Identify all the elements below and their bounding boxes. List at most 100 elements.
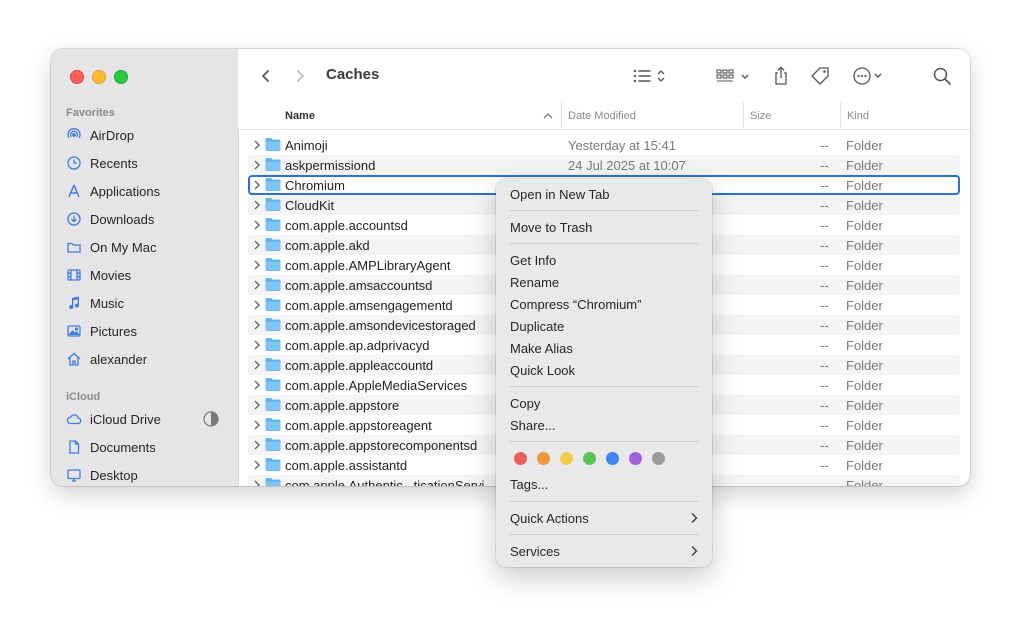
file-kind: Folder	[846, 477, 883, 487]
menu-item-share[interactable]: Share...	[510, 415, 698, 435]
tag-blue-button[interactable]	[606, 452, 619, 465]
sidebar-item-downloads[interactable]: Downloads	[65, 208, 225, 230]
menu-item-tags[interactable]: Tags...	[510, 474, 698, 494]
chevron-left-icon	[262, 70, 269, 82]
disclosure-chevron-icon[interactable]	[252, 159, 262, 171]
sidebar: Favorites AirDrop Recents Applications D…	[51, 49, 239, 486]
file-name: com.apple.ap.adprivacyd	[285, 337, 430, 353]
tag-purple-button[interactable]	[629, 452, 642, 465]
disclosure-chevron-icon[interactable]	[252, 259, 262, 271]
sidebar-item-home[interactable]: alexander	[65, 348, 225, 370]
sidebar-item-recents[interactable]: Recents	[65, 152, 225, 174]
search-icon	[933, 67, 951, 85]
folder-icon	[265, 238, 281, 251]
sidebar-item-airdrop[interactable]: AirDrop	[65, 124, 225, 146]
search-button[interactable]	[932, 64, 952, 88]
minimize-button[interactable]	[92, 70, 106, 84]
file-kind: Folder	[846, 377, 883, 393]
file-name: com.apple.appleaccountd	[285, 357, 434, 373]
table-row[interactable]: askpermissiond 24 Jul 2025 at 10:07 -- Fold…	[248, 155, 960, 175]
tag-gray-button[interactable]	[652, 452, 665, 465]
disclosure-chevron-icon[interactable]	[252, 199, 262, 211]
file-size: --	[820, 477, 829, 487]
sidebar-item-pictures[interactable]: Pictures	[65, 320, 225, 342]
menu-item-move-to-trash[interactable]: Move to Trash	[510, 217, 698, 237]
sidebar-item-label: On My Mac	[90, 239, 157, 255]
menu-item-copy[interactable]: Copy	[510, 393, 698, 413]
menu-item-get-info[interactable]: Get Info	[510, 250, 698, 270]
file-kind: Folder	[846, 137, 883, 153]
folder-icon	[265, 138, 281, 151]
view-mode-button[interactable]	[633, 64, 669, 88]
file-name: com.apple.accountsd	[285, 217, 408, 233]
disclosure-chevron-icon[interactable]	[252, 219, 262, 231]
disclosure-chevron-icon[interactable]	[252, 379, 262, 391]
column-kind-header[interactable]: Kind	[840, 102, 967, 129]
disclosure-chevron-icon[interactable]	[252, 399, 262, 411]
column-name-header[interactable]: Name	[285, 102, 315, 129]
tag-button[interactable]	[810, 64, 832, 88]
file-name: com.apple.Authentic...ticationServi	[285, 477, 485, 487]
menu-item-services[interactable]: Services	[510, 541, 698, 561]
disclosure-chevron-icon[interactable]	[252, 459, 262, 471]
file-size: --	[820, 457, 829, 473]
share-button[interactable]	[772, 64, 790, 88]
sidebar-item-icloud-drive[interactable]: iCloud Drive	[65, 408, 225, 430]
sidebar-item-documents[interactable]: Documents	[65, 436, 225, 458]
tag-green-button[interactable]	[583, 452, 596, 465]
sidebar-item-label: iCloud Drive	[90, 411, 161, 427]
menu-item-rename[interactable]: Rename	[510, 272, 698, 292]
sidebar-item-movies[interactable]: Movies	[65, 264, 225, 286]
document-icon	[65, 438, 83, 456]
disclosure-chevron-icon[interactable]	[252, 179, 262, 191]
folder-icon	[265, 438, 281, 451]
back-button[interactable]	[255, 65, 277, 87]
close-button[interactable]	[70, 70, 84, 84]
sidebar-item-music[interactable]: Music	[65, 292, 225, 314]
disclosure-chevron-icon[interactable]	[252, 339, 262, 351]
menu-item-duplicate[interactable]: Duplicate	[510, 316, 698, 336]
sidebar-item-on-my-mac[interactable]: On My Mac	[65, 236, 225, 258]
tag-yellow-button[interactable]	[560, 452, 573, 465]
file-kind: Folder	[846, 197, 883, 213]
more-actions-button[interactable]	[852, 64, 888, 88]
disclosure-chevron-icon[interactable]	[252, 359, 262, 371]
file-name: com.apple.appstoreagent	[285, 417, 432, 433]
file-name: com.apple.akd	[285, 237, 370, 253]
sidebar-item-applications[interactable]: Applications	[65, 180, 225, 202]
disclosure-chevron-icon[interactable]	[252, 239, 262, 251]
disclosure-chevron-icon[interactable]	[252, 439, 262, 451]
disclosure-chevron-icon[interactable]	[252, 479, 262, 486]
menu-item-quick-actions[interactable]: Quick Actions	[510, 508, 698, 528]
disclosure-chevron-icon[interactable]	[252, 139, 262, 151]
sidebar-item-label: Desktop	[90, 467, 138, 483]
file-kind: Folder	[846, 237, 883, 253]
disclosure-chevron-icon[interactable]	[252, 279, 262, 291]
sidebar-item-label: alexander	[90, 351, 148, 367]
folder-icon	[265, 378, 281, 391]
table-row[interactable]: Animoji Yesterday at 15:41 -- Folder	[248, 135, 960, 155]
menu-item-quick-look[interactable]: Quick Look	[510, 360, 698, 380]
disclosure-chevron-icon[interactable]	[252, 299, 262, 311]
tag-orange-button[interactable]	[537, 452, 550, 465]
file-kind: Folder	[846, 397, 883, 413]
menu-item-make-alias[interactable]: Make Alias	[510, 338, 698, 358]
sidebar-item-desktop[interactable]: Desktop	[65, 464, 225, 486]
menu-item-compress[interactable]: Compress “Chromium”	[510, 294, 698, 314]
menu-separator	[510, 386, 698, 387]
tag-red-button[interactable]	[514, 452, 527, 465]
disclosure-chevron-icon[interactable]	[252, 419, 262, 431]
column-size-header[interactable]: Size	[743, 102, 838, 129]
disclosure-chevron-icon[interactable]	[252, 319, 262, 331]
zoom-button[interactable]	[114, 70, 128, 84]
column-date-header[interactable]: Date Modified	[561, 102, 740, 129]
group-button[interactable]	[716, 64, 752, 88]
file-name: Chromium	[285, 177, 345, 193]
file-size: --	[820, 137, 829, 153]
menu-item-open-new-tab[interactable]: Open in New Tab	[510, 184, 698, 204]
forward-button[interactable]	[289, 65, 311, 87]
sort-ascending-icon	[543, 111, 553, 123]
tag-icon	[811, 67, 829, 85]
file-size: --	[820, 337, 829, 353]
folder-icon	[65, 238, 83, 256]
